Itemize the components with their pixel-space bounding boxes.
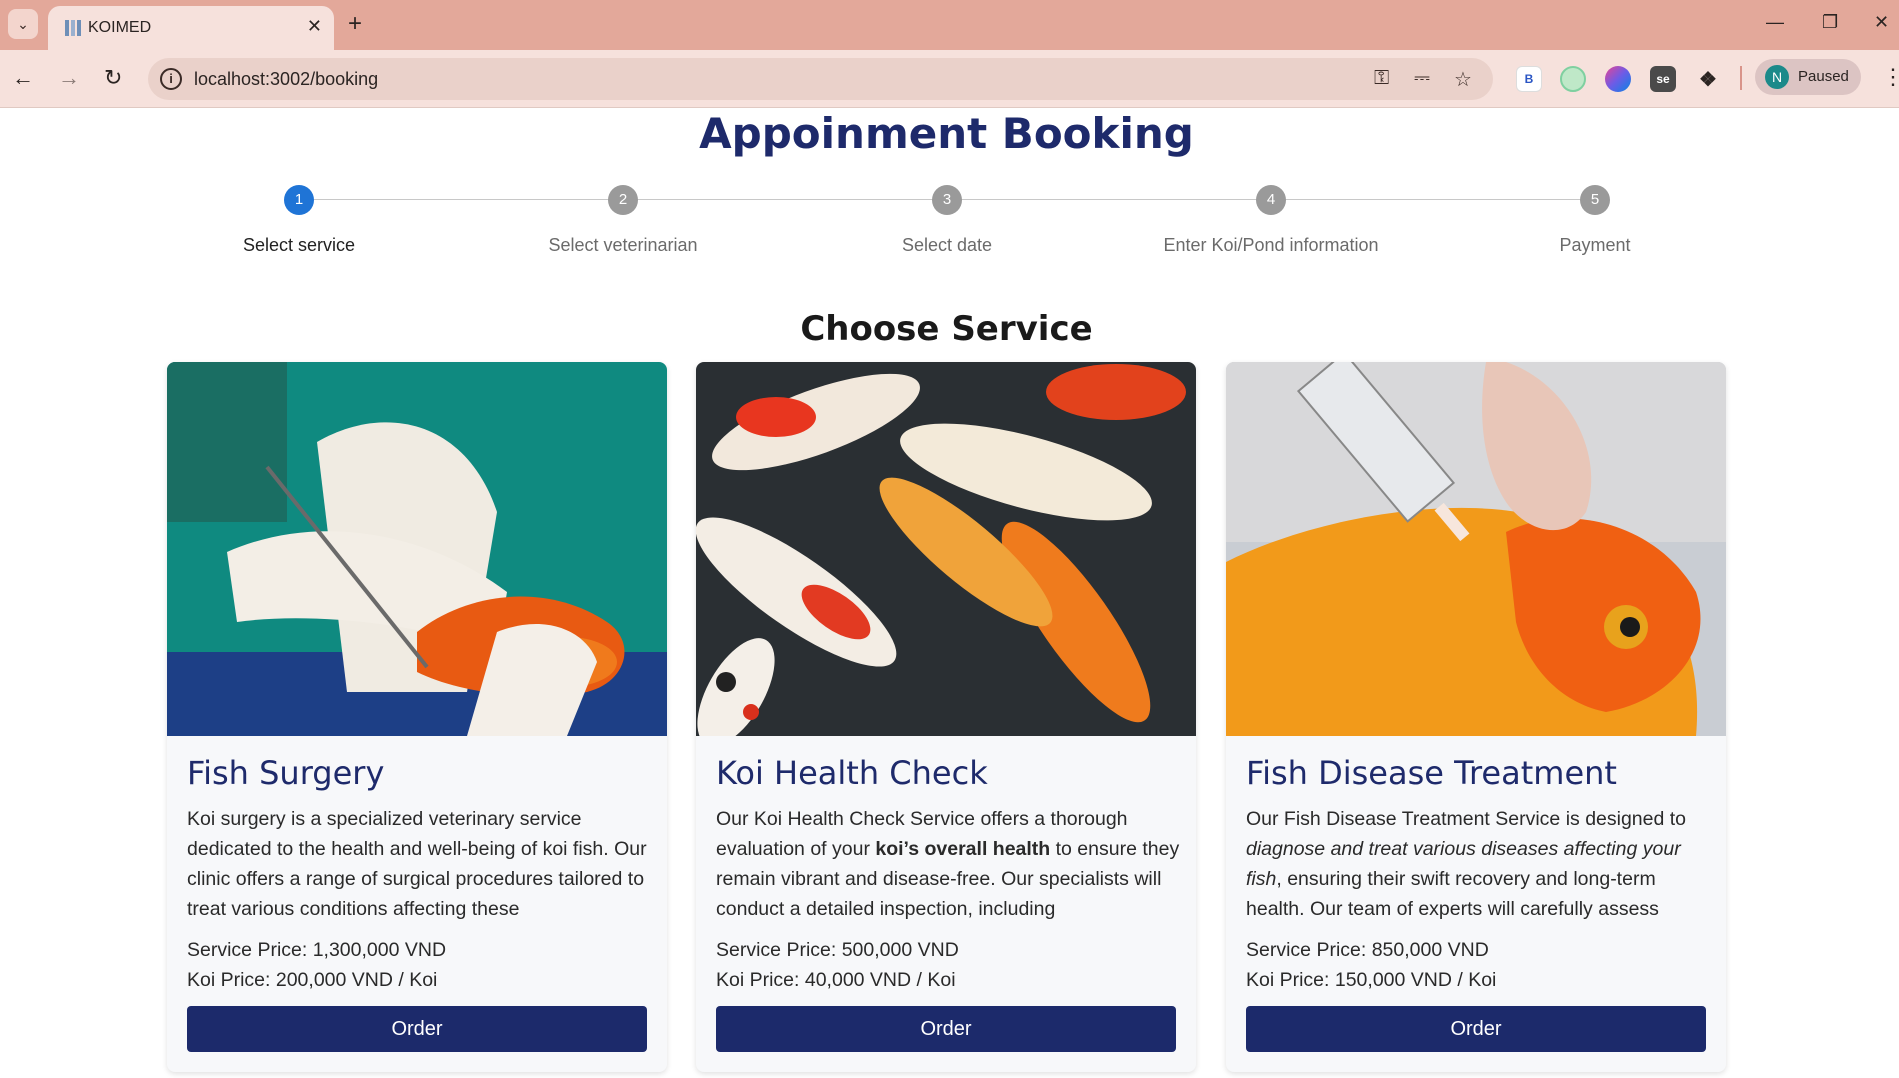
address-bar[interactable]: i localhost:3002/booking ⚿ ⎓ ☆ — [148, 58, 1493, 100]
step-3-label: Select date — [901, 235, 993, 255]
fish-disease-treatment-image — [1226, 362, 1726, 736]
service-description: Our Fish Disease Treatment Service is de… — [1246, 808, 1687, 920]
service-card-fish-surgery: Fish Surgery Koi surgery is a specialize… — [167, 362, 667, 1072]
reload-icon[interactable]: ↻ — [104, 65, 122, 91]
step-connector — [1285, 199, 1583, 200]
back-icon[interactable]: ← — [12, 65, 34, 91]
service-card-koi-health-check: Koi Health Check Our Koi Health Check Se… — [696, 362, 1196, 1072]
step-connector — [313, 199, 611, 200]
extension-circle-icon[interactable] — [1560, 66, 1586, 92]
minimize-icon[interactable]: — — [1766, 12, 1784, 33]
step-3-indicator[interactable]: 3 — [932, 185, 962, 215]
password-key-icon[interactable]: ⚿ — [1374, 67, 1389, 90]
close-window-icon[interactable]: ✕ — [1874, 12, 1889, 33]
service-title: Fish Surgery — [187, 754, 385, 792]
step-connector — [637, 199, 935, 200]
avatar: N — [1765, 65, 1789, 89]
booking-page: Appoinment Booking 1 2 3 4 5 Select serv… — [0, 109, 1899, 1078]
step-2-indicator[interactable]: 2 — [608, 185, 638, 215]
koi-price: Koi Price: 200,000 VND / Koi — [187, 969, 438, 991]
order-button[interactable]: Order — [716, 1006, 1176, 1052]
page-title: Appoinment Booking — [699, 109, 1194, 158]
step-5-indicator[interactable]: 5 — [1580, 185, 1610, 215]
section-title: Choose Service — [800, 309, 1093, 349]
url-text[interactable]: localhost:3002/booking — [194, 69, 378, 90]
service-title: Fish Disease Treatment — [1246, 754, 1617, 792]
order-button[interactable]: Order — [1246, 1006, 1706, 1052]
service-price: Service Price: 1,300,000 VND — [187, 939, 447, 961]
service-price: Service Price: 500,000 VND — [716, 939, 959, 961]
fish-surgery-image — [167, 362, 667, 736]
koi-health-check-image — [696, 362, 1196, 736]
service-price: Service Price: 850,000 VND — [1246, 939, 1489, 961]
extension-se-icon[interactable]: se — [1650, 66, 1676, 92]
order-button[interactable]: Order — [187, 1006, 647, 1052]
step-2-label: Select veterinarian — [548, 235, 698, 255]
service-card-fish-disease-treatment: Fish Disease Treatment Our Fish Disease … — [1226, 362, 1726, 1072]
browser-tab[interactable]: KOIMED ✕ — [48, 6, 334, 50]
install-app-icon[interactable]: ⎓ — [1414, 67, 1430, 90]
close-tab-icon[interactable]: ✕ — [307, 16, 322, 37]
step-5-label: Payment — [1559, 235, 1631, 255]
koi-price: Koi Price: 40,000 VND / Koi — [716, 969, 956, 991]
service-description: Koi surgery is a specialized veterinary … — [187, 808, 647, 920]
forward-icon[interactable]: → — [58, 65, 80, 91]
step-4-label: Enter Koi/Pond information — [1163, 235, 1379, 255]
step-1-indicator[interactable]: 1 — [284, 185, 314, 215]
service-title: Koi Health Check — [716, 754, 988, 792]
step-1-label: Select service — [242, 235, 356, 255]
browser-tab-bar: ⌄ KOIMED ✕ + — ❐ ✕ — [0, 0, 1899, 50]
bookmark-star-icon[interactable]: ☆ — [1454, 67, 1472, 92]
profile-button[interactable]: N Paused — [1755, 59, 1861, 95]
extension-brain-icon[interactable] — [1605, 66, 1631, 92]
toolbar-divider — [1740, 66, 1742, 90]
profile-status: Paused — [1798, 68, 1849, 85]
new-tab-icon[interactable]: + — [348, 10, 362, 38]
tab-search-chevron-icon[interactable]: ⌄ — [8, 9, 38, 39]
extensions-puzzle-icon[interactable]: ❖ — [1695, 66, 1721, 92]
service-description: Our Koi Health Check Service offers a th… — [716, 808, 1180, 920]
browser-menu-icon[interactable]: ⋮ — [1882, 64, 1899, 90]
restore-icon[interactable]: ❐ — [1822, 12, 1838, 33]
extension-b-icon[interactable]: B — [1516, 66, 1542, 92]
tab-title: KOIMED — [88, 19, 152, 36]
booking-stepper: 1 2 3 4 5 Select service Select veterina… — [0, 175, 1899, 255]
koi-price: Koi Price: 150,000 VND / Koi — [1246, 969, 1497, 991]
step-connector — [961, 199, 1259, 200]
koimed-favicon-icon — [65, 20, 81, 36]
site-info-icon[interactable]: i — [160, 68, 182, 90]
step-4-indicator[interactable]: 4 — [1256, 185, 1286, 215]
